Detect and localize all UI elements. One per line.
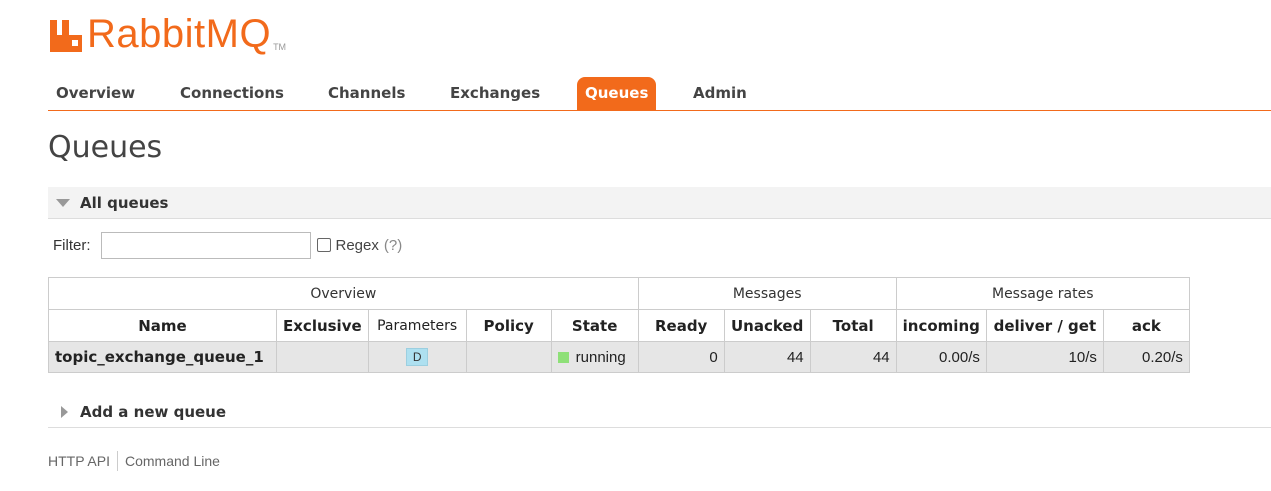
group-overview: Overview [48, 277, 639, 310]
col-exclusive[interactable]: Exclusive [276, 309, 369, 342]
filter-input[interactable] [100, 231, 311, 259]
col-policy[interactable]: Policy [465, 309, 552, 342]
rabbitmq-logo-icon [50, 20, 82, 52]
all-queues-header: All queues [80, 193, 169, 212]
tab-exchanges[interactable]: Exchanges [442, 77, 548, 110]
regex-checkbox[interactable] [316, 238, 331, 252]
queue-deliver-get-rate: 10/s [985, 341, 1104, 373]
page-title: Queues [48, 130, 163, 165]
rabbitmq-logo[interactable]: RabbitMQ TM [48, 10, 286, 54]
col-unacked[interactable]: Unacked [723, 309, 811, 342]
tab-connections[interactable]: Connections [172, 77, 292, 110]
queue-total: 44 [809, 341, 897, 373]
tab-admin[interactable]: Admin [685, 77, 755, 110]
queue-ack-rate: 0.20/s [1102, 341, 1190, 373]
queue-ready: 0 [637, 341, 725, 373]
col-ack[interactable]: ack [1102, 309, 1190, 342]
regex-help-link[interactable]: (?) [384, 237, 402, 254]
footer-divider [116, 451, 118, 471]
queues-table: Overview Messages Message rates Name Exc… [48, 277, 1190, 373]
col-ready[interactable]: Ready [637, 309, 725, 342]
regex-label[interactable]: Regex [336, 237, 379, 254]
tab-overview[interactable]: Overview [48, 77, 143, 110]
table-row[interactable]: topic_exchange_queue_1 D running 0 44 44… [48, 341, 1190, 373]
add-queue-header: Add a new queue [80, 402, 227, 421]
queue-state-label: running [575, 348, 626, 366]
queue-parameters: D [367, 341, 467, 373]
filter-row: Filter: Regex (?) [53, 231, 402, 259]
add-queue-toggle[interactable]: Add a new queue [48, 396, 1271, 428]
queue-state: running [550, 341, 639, 373]
tab-queues[interactable]: Queues [577, 77, 657, 110]
queue-policy [465, 341, 552, 373]
col-name[interactable]: Name [48, 309, 277, 342]
filter-label: Filter: [53, 236, 91, 254]
queue-incoming-rate: 0.00/s [895, 341, 987, 373]
queue-exclusive [276, 341, 369, 373]
queue-name-link[interactable]: topic_exchange_queue_1 [48, 341, 277, 373]
main-nav: Overview Connections Channels Exchanges … [48, 77, 1271, 111]
group-message-rates: Message rates [895, 277, 1190, 310]
http-api-link[interactable]: HTTP API [48, 453, 110, 469]
queue-unacked: 44 [723, 341, 811, 373]
group-messages: Messages [637, 277, 897, 310]
col-total[interactable]: Total [809, 309, 897, 342]
durable-badge: D [405, 348, 429, 366]
footer: HTTP API Command Line [48, 451, 220, 471]
col-parameters: Parameters [367, 309, 467, 342]
all-queues-toggle[interactable]: All queues [48, 187, 1271, 219]
logo-wordmark: RabbitMQ [87, 12, 272, 56]
col-incoming[interactable]: incoming [895, 309, 987, 342]
state-running-indicator-icon [557, 351, 569, 363]
tab-channels[interactable]: Channels [320, 77, 413, 110]
collapse-triangle-icon [56, 198, 70, 207]
logo-trademark: TM [273, 42, 287, 52]
col-state[interactable]: State [550, 309, 639, 342]
col-deliver-get[interactable]: deliver / get [985, 309, 1104, 342]
expand-triangle-icon [61, 405, 68, 418]
command-line-link[interactable]: Command Line [125, 453, 220, 469]
